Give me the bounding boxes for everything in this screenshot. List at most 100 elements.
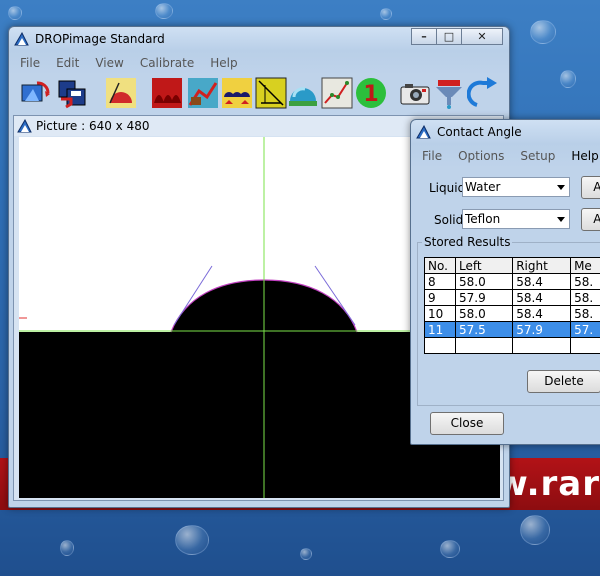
- main-titlebar[interactable]: DROPimage Standard – □ ✕: [9, 27, 509, 51]
- maximize-button[interactable]: □: [436, 28, 462, 45]
- cell-mean: 58.: [570, 305, 600, 322]
- delete-button[interactable]: Delete: [527, 370, 600, 393]
- cell-no: 10: [424, 305, 456, 322]
- pendant-drop-button[interactable]: [151, 77, 183, 109]
- cell-left: [454, 337, 514, 354]
- graph-button[interactable]: [321, 77, 353, 109]
- col-header-mean[interactable]: Me: [570, 257, 600, 274]
- contact-menu-help[interactable]: Help: [563, 146, 600, 166]
- cell-left: 58.0: [454, 305, 514, 322]
- cell-right: 58.4: [512, 289, 572, 306]
- table-row[interactable]: 10 58.0 58.4 58.: [424, 305, 600, 322]
- water-drop: [175, 525, 209, 555]
- contact-angle-window: Contact Angle File Options Setup Help Li…: [410, 119, 600, 445]
- cell-no: 9: [424, 289, 456, 306]
- camera-icon: [400, 84, 430, 105]
- close-label: Close: [450, 416, 484, 430]
- table-row-selected[interactable]: 11 57.5 57.9 57.: [424, 321, 600, 338]
- graph-icon: [321, 77, 353, 109]
- cell-right: 57.9: [512, 321, 572, 338]
- water-drop: [380, 8, 392, 20]
- table-row[interactable]: 8 58.0 58.4 58.: [424, 273, 600, 290]
- sessile-drop-button[interactable]: [287, 77, 319, 109]
- minimize-button[interactable]: –: [411, 28, 437, 45]
- camera-button[interactable]: [399, 77, 431, 109]
- col-header-no[interactable]: No.: [424, 257, 456, 274]
- open-picture-button[interactable]: [19, 77, 51, 109]
- maximize-icon: □: [443, 30, 455, 43]
- surface-check-button[interactable]: [187, 77, 219, 109]
- cell-left: 57.5: [454, 321, 514, 338]
- contact-menu-setup[interactable]: Setup: [512, 146, 563, 166]
- surface-check-icon: [188, 78, 218, 108]
- contact-window-title: Contact Angle: [437, 125, 522, 139]
- add-solid-button[interactable]: Ad: [581, 208, 600, 231]
- contact-menu-options[interactable]: Options: [450, 146, 512, 166]
- cell-left: 57.9: [454, 289, 514, 306]
- menu-calibrate[interactable]: Calibrate: [132, 53, 202, 73]
- multi-drop-icon: [222, 78, 252, 108]
- liquid-value: Water: [465, 180, 501, 194]
- cell-no: 11: [424, 321, 456, 338]
- svg-text:1: 1: [363, 82, 378, 107]
- col-header-left[interactable]: Left: [454, 257, 514, 274]
- open-picture-icon: [21, 81, 50, 102]
- app-logo-icon: [14, 32, 29, 46]
- tilt-icon: [255, 77, 287, 109]
- dispense-icon: [436, 80, 462, 109]
- angle-fit-button[interactable]: [105, 77, 137, 109]
- one-icon: 1: [356, 78, 386, 108]
- close-button[interactable]: Close: [430, 412, 504, 435]
- save-picture-icon: [58, 80, 86, 109]
- contact-titlebar[interactable]: Contact Angle: [411, 120, 600, 144]
- delete-label: Delete: [544, 374, 584, 388]
- stored-results-label: Stored Results: [422, 235, 513, 249]
- water-drop: [560, 70, 576, 88]
- water-drop: [8, 6, 22, 20]
- contact-menubar: File Options Setup Help: [414, 146, 600, 166]
- cell-right: 58.4: [512, 305, 572, 322]
- menu-view[interactable]: View: [87, 53, 131, 73]
- add-liquid-button[interactable]: Ad: [581, 176, 600, 199]
- redo-icon: [466, 77, 497, 107]
- menu-file[interactable]: File: [12, 53, 48, 73]
- pendant-drop-icon: [152, 78, 182, 108]
- cell-mean: 57.: [570, 321, 600, 338]
- water-drop: [520, 515, 550, 545]
- minimize-icon: –: [421, 30, 427, 43]
- results-table: No. Left Right Me 8 58.0 58.4 58. 9 57.9…: [424, 257, 600, 354]
- water-drop: [530, 20, 556, 44]
- col-header-right[interactable]: Right: [512, 257, 572, 274]
- menu-edit[interactable]: Edit: [48, 53, 87, 73]
- solid-select[interactable]: Teflon: [462, 209, 570, 229]
- cell-mean: [570, 337, 600, 354]
- angle-fit-icon: [106, 78, 136, 108]
- add-liquid-label: Ad: [593, 180, 600, 194]
- table-row-empty[interactable]: [424, 337, 600, 354]
- redo-button[interactable]: [466, 77, 499, 109]
- water-drop: [300, 548, 312, 560]
- multi-drop-button[interactable]: [221, 77, 253, 109]
- menu-help[interactable]: Help: [202, 53, 245, 73]
- cell-mean: 58.: [570, 273, 600, 290]
- tilt-button[interactable]: [255, 77, 287, 109]
- add-solid-label: Ad: [593, 212, 600, 226]
- liquid-select[interactable]: Water: [462, 177, 570, 197]
- table-row[interactable]: 9 57.9 58.4 58.: [424, 289, 600, 306]
- water-drop: [155, 3, 173, 19]
- dispense-button[interactable]: [433, 77, 465, 109]
- contact-menu-file[interactable]: File: [414, 146, 450, 166]
- cell-mean: 58.: [570, 289, 600, 306]
- caption-buttons: – □ ✕: [411, 28, 503, 45]
- picture-title: Picture : 640 x 480: [36, 119, 150, 133]
- close-window-button[interactable]: ✕: [461, 28, 503, 45]
- cell-no: [424, 337, 456, 354]
- chevron-down-icon: [557, 217, 565, 222]
- save-picture-button[interactable]: [57, 77, 89, 109]
- chevron-down-icon: [557, 185, 565, 190]
- picture-logo-icon: [17, 119, 32, 133]
- single-measure-button[interactable]: 1: [355, 77, 387, 109]
- banner-text: w.rar: [496, 464, 600, 504]
- cell-left: 58.0: [454, 273, 514, 290]
- results-header-row: No. Left Right Me: [424, 257, 600, 274]
